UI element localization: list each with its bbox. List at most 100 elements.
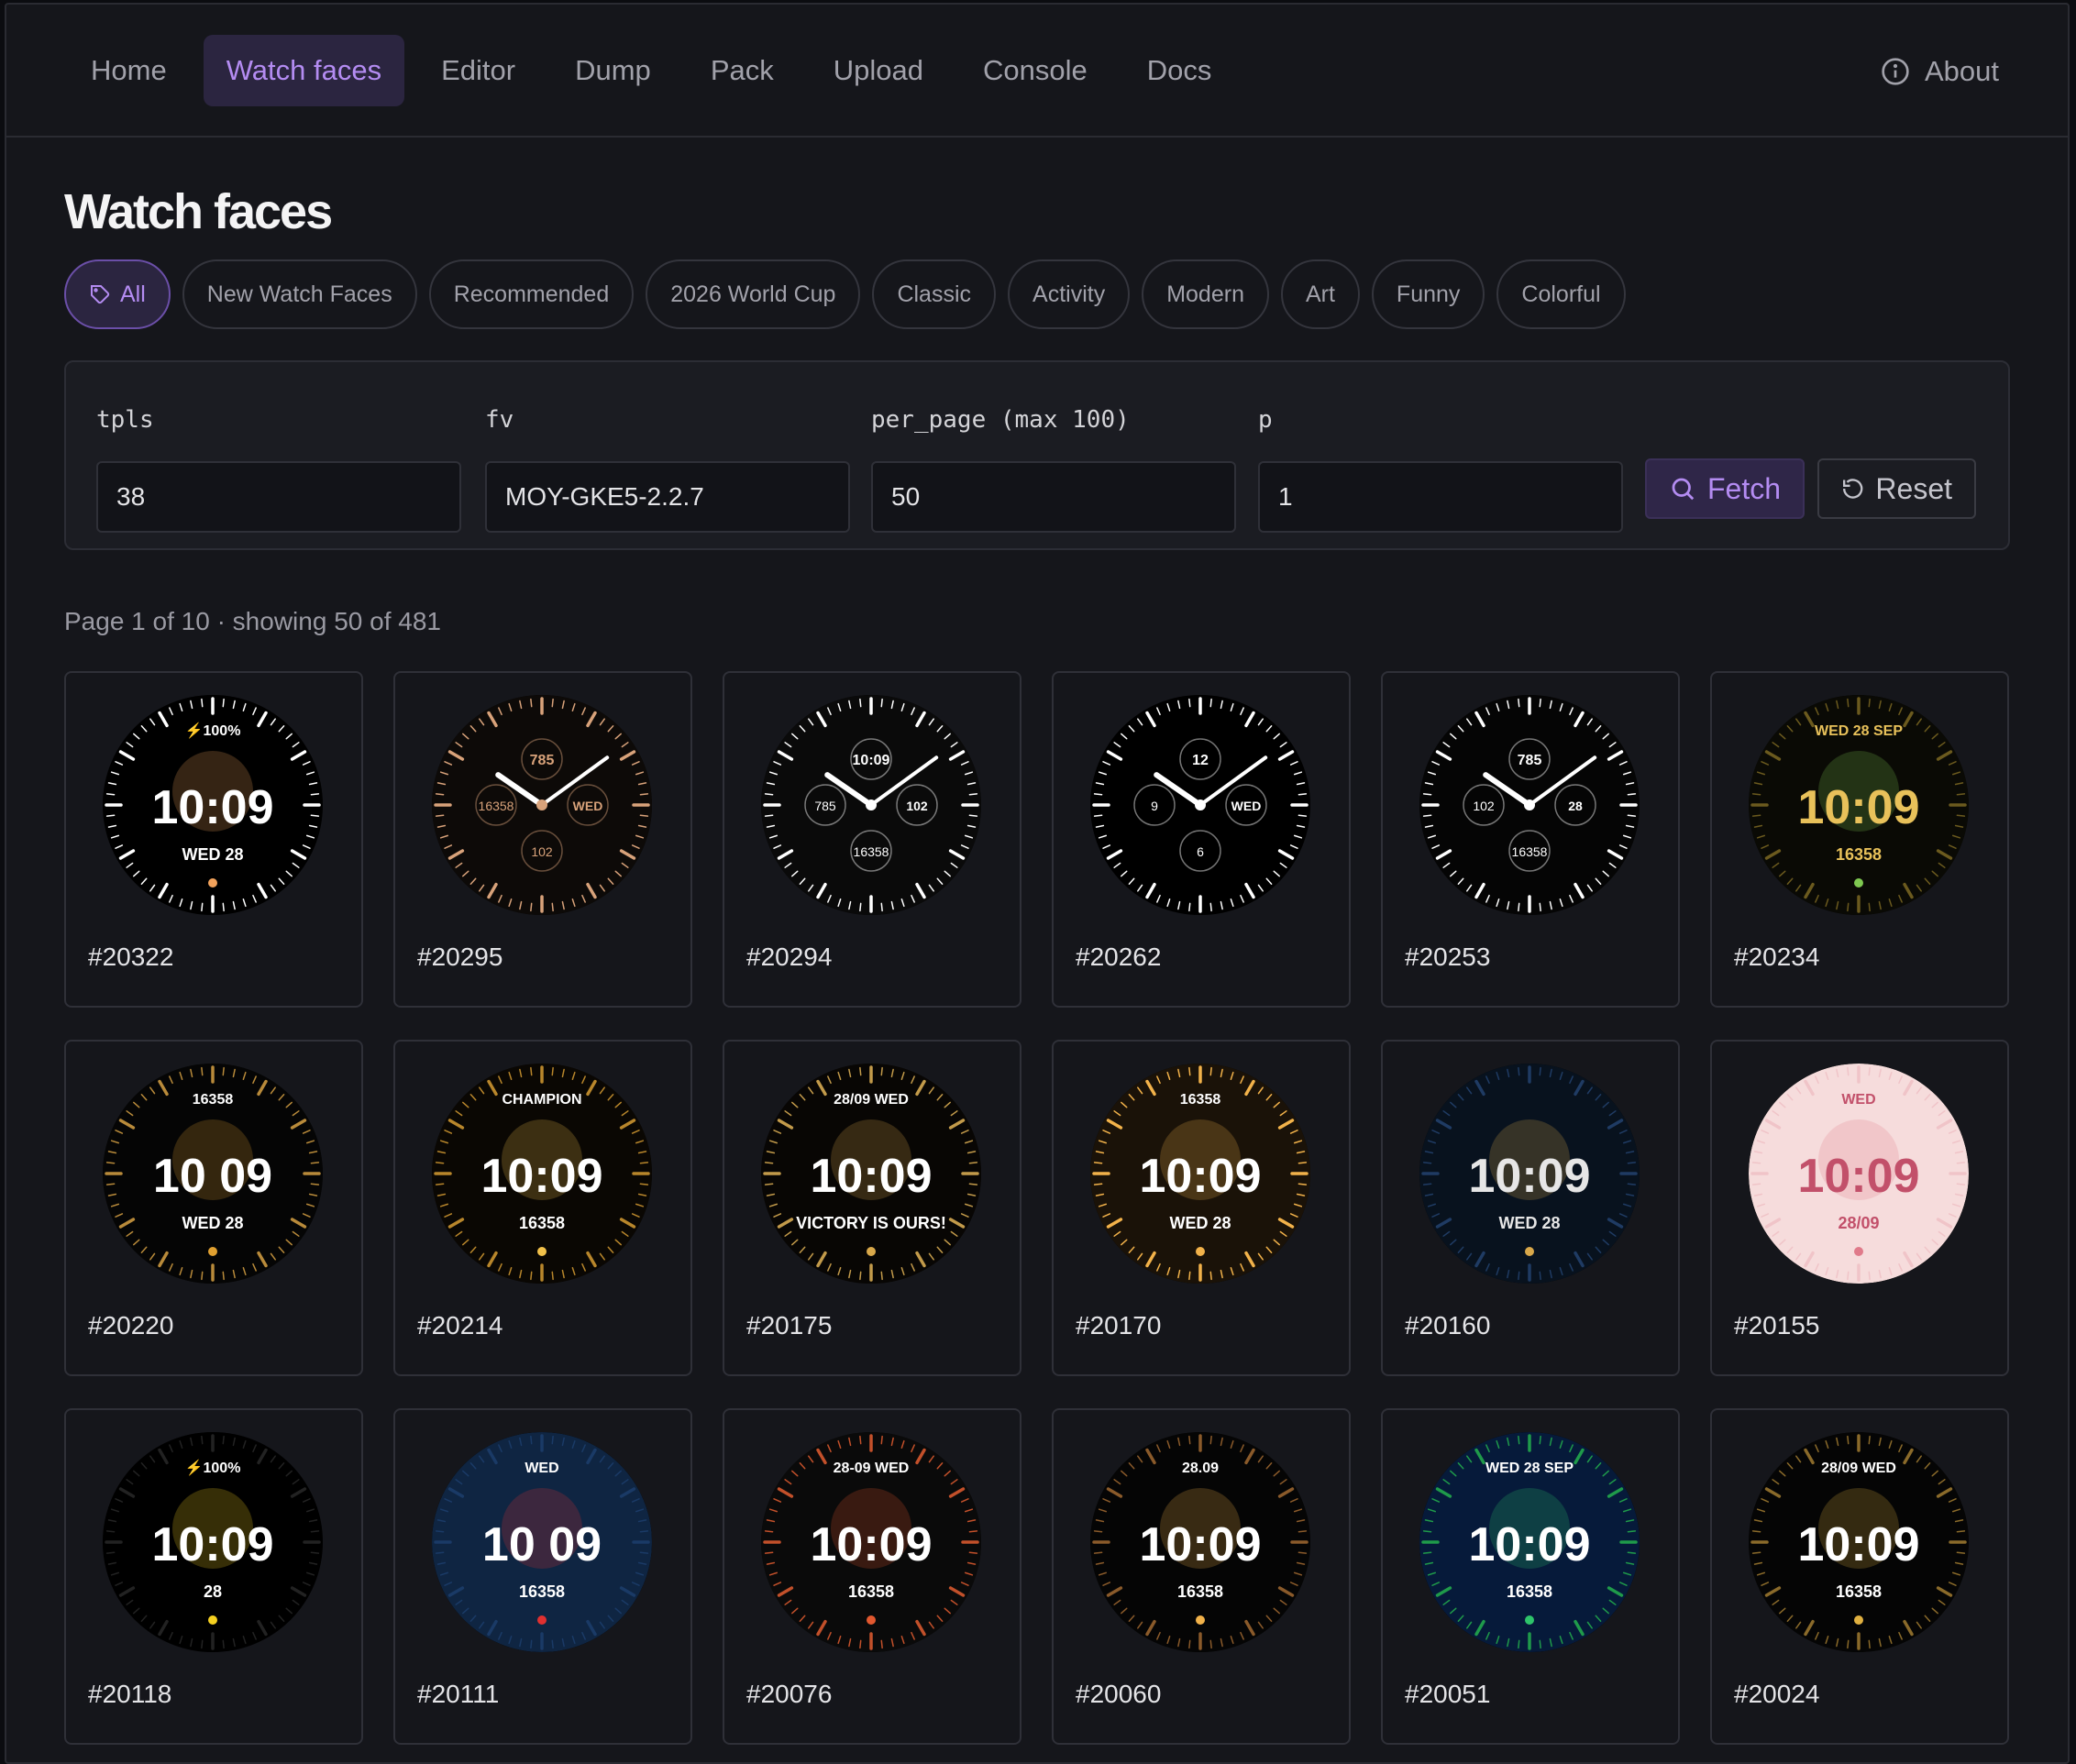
fv-input[interactable]	[485, 461, 850, 533]
watch-face-id: #20220	[88, 1311, 174, 1340]
face-top: CHAMPION	[502, 1092, 581, 1108]
face-time: 10:09	[152, 1518, 274, 1571]
watch-face-preview: 785 16358 WED 102	[432, 695, 652, 915]
watch-face-preview: 28.09 10:09 16358	[1090, 1432, 1310, 1652]
watch-face-card[interactable]: 785 102 28 16358 #20253	[1381, 671, 1680, 1008]
chip-label: 2026 World Cup	[670, 281, 836, 307]
watch-face-card[interactable]: CHAMPION 10:09 16358 #20214	[393, 1040, 692, 1376]
watch-face-id: #20253	[1405, 943, 1491, 971]
chip-label: Modern	[1166, 281, 1244, 307]
watch-face-card[interactable]: 10:09 WED 28 #20160	[1381, 1040, 1680, 1376]
watch-face-card[interactable]: 785 16358 WED 102 #20295	[393, 671, 692, 1008]
chip-funny[interactable]: Funny	[1371, 259, 1485, 329]
chip-classic[interactable]: Classic	[872, 259, 997, 329]
chip-2026-world-cup[interactable]: 2026 World Cup	[646, 259, 861, 329]
tpls-input[interactable]	[96, 461, 461, 533]
watch-face-card[interactable]: 28-09 WED 10:09 16358 #20076	[723, 1408, 1021, 1745]
chip-new-watch-faces[interactable]: New Watch Faces	[182, 259, 417, 329]
per-page-field: per_page (max 100)	[871, 402, 1236, 533]
watch-face-id: #20155	[1734, 1311, 1820, 1340]
watch-face-card[interactable]: WED 10:09 28/09 #20155	[1710, 1040, 2009, 1376]
face-sub: WED 28	[182, 1214, 243, 1232]
chip-modern[interactable]: Modern	[1142, 259, 1269, 329]
chip-colorful[interactable]: Colorful	[1496, 259, 1626, 329]
watch-face-card[interactable]: 28/09 WED 10:09 16358 #20024	[1710, 1408, 2009, 1745]
category-chips: All New Watch Faces Recommended 2026 World …	[64, 259, 2010, 329]
face-time: 10 09	[482, 1518, 602, 1571]
face-bottom: 102	[531, 844, 553, 859]
watch-face-id: #20295	[417, 943, 503, 971]
chip-label: Recommended	[453, 281, 610, 307]
chip-art[interactable]: Art	[1280, 259, 1360, 329]
nav-item-dump[interactable]: Dump	[552, 35, 674, 106]
face-sub: 28	[204, 1582, 222, 1601]
watch-face-preview: 16358 10:09 WED 28	[1090, 1064, 1310, 1284]
face-left: 9	[1151, 799, 1158, 813]
nav-item-console[interactable]: Console	[960, 35, 1110, 106]
face-time: 10:09	[1140, 1518, 1262, 1571]
reset-button[interactable]: Reset	[1817, 458, 1976, 519]
nav-item-pack[interactable]: Pack	[688, 35, 797, 106]
watch-face-graphic: ⚡100% 10:09 WED 28	[103, 695, 323, 915]
fetch-button[interactable]: Fetch	[1645, 458, 1805, 519]
face-time: 10:09	[1469, 1518, 1591, 1571]
watch-face-card[interactable]: ⚡100% 10:09 28 #20118	[64, 1408, 363, 1745]
face-sub: VICTORY IS OURS!	[796, 1214, 946, 1232]
face-top: ⚡100%	[185, 1459, 241, 1476]
nav-item-home[interactable]: Home	[68, 35, 190, 106]
reset-icon	[1843, 479, 1863, 499]
watch-face-graphic: ⚡100% 10:09 28	[103, 1432, 323, 1652]
watch-face-card[interactable]: 12 9 WED 6 #20262	[1052, 671, 1351, 1008]
watch-face-id: #20118	[88, 1680, 172, 1708]
chip-label: Classic	[897, 281, 972, 307]
face-right: 28	[1568, 799, 1583, 813]
watch-face-card[interactable]: WED 28 SEP 10:09 16358 #20234	[1710, 671, 2009, 1008]
face-time: 10:09	[811, 1150, 933, 1203]
watch-face-graphic: 28.09 10:09 16358	[1090, 1432, 1310, 1652]
about-link[interactable]: About	[1881, 5, 1999, 138]
nav-item-upload[interactable]: Upload	[811, 35, 946, 106]
watch-face-preview: 28-09 WED 10:09 16358	[761, 1432, 981, 1652]
watch-face-preview: 28/09 WED 10:09 16358	[1749, 1432, 1969, 1652]
face-top: WED	[525, 1461, 558, 1476]
face-time: 10:09	[1469, 1150, 1591, 1203]
watch-face-graphic: 10:09 785 102 16358	[761, 695, 981, 915]
page-input[interactable]	[1258, 461, 1623, 533]
face-time: 10:09	[481, 1150, 603, 1203]
watch-face-card[interactable]: 28.09 10:09 16358 #20060	[1052, 1408, 1351, 1745]
watch-face-card[interactable]: 16358 10 09 WED 28 #20220	[64, 1040, 363, 1376]
nav-item-docs[interactable]: Docs	[1124, 35, 1235, 106]
watch-face-card[interactable]: 16358 10:09 WED 28 #20170	[1052, 1040, 1351, 1376]
watch-face-card[interactable]: 10:09 785 102 16358 #20294	[723, 671, 1021, 1008]
watch-face-graphic: WED 10:09 28/09	[1749, 1064, 1969, 1284]
watch-face-card[interactable]: WED 28 SEP 10:09 16358 #20051	[1381, 1408, 1680, 1745]
watch-face-graphic: CHAMPION 10:09 16358	[432, 1064, 652, 1284]
watch-face-preview: ⚡100% 10:09 28	[103, 1432, 323, 1652]
per-page-input[interactable]	[871, 461, 1236, 533]
top-nav: Home Watch faces Editor Dump Pack Upload Conso…	[6, 5, 2068, 138]
watch-face-card[interactable]: 28/09 WED 10:09 VICTORY IS OURS! #20175	[723, 1040, 1021, 1376]
watch-face-card[interactable]: WED 10 09 16358 #20111	[393, 1408, 692, 1745]
nav-item-watch-faces[interactable]: Watch faces	[203, 34, 405, 106]
watch-face-id: #20160	[1405, 1311, 1491, 1340]
face-time: 10:09	[1798, 781, 1920, 834]
nav-item-editor[interactable]: Editor	[418, 35, 538, 106]
chip-all[interactable]: All	[64, 259, 171, 329]
face-sub: 16358	[519, 1582, 565, 1601]
face-top: 785	[1518, 753, 1542, 768]
watch-face-graphic: 28/09 WED 10:09 VICTORY IS OURS!	[761, 1064, 981, 1284]
chip-label: New Watch Faces	[206, 281, 392, 307]
chip-recommended[interactable]: Recommended	[428, 259, 635, 329]
chip-activity[interactable]: Activity	[1008, 259, 1131, 329]
watch-face-card[interactable]: ⚡100% 10:09 WED 28 #20322	[64, 671, 363, 1008]
face-time: 10:09	[1140, 1150, 1262, 1203]
face-sub: WED 28	[1169, 1214, 1231, 1232]
face-right: WED	[1231, 799, 1262, 813]
watch-face-preview: 16358 10 09 WED 28	[103, 1064, 323, 1284]
face-right: 102	[906, 799, 928, 813]
fv-field: fv	[485, 402, 850, 533]
face-time: 10:09	[1798, 1518, 1920, 1571]
page-label: p	[1258, 406, 1273, 434]
face-top: 28-09 WED	[834, 1461, 910, 1476]
face-sub: WED 28	[1498, 1214, 1560, 1232]
